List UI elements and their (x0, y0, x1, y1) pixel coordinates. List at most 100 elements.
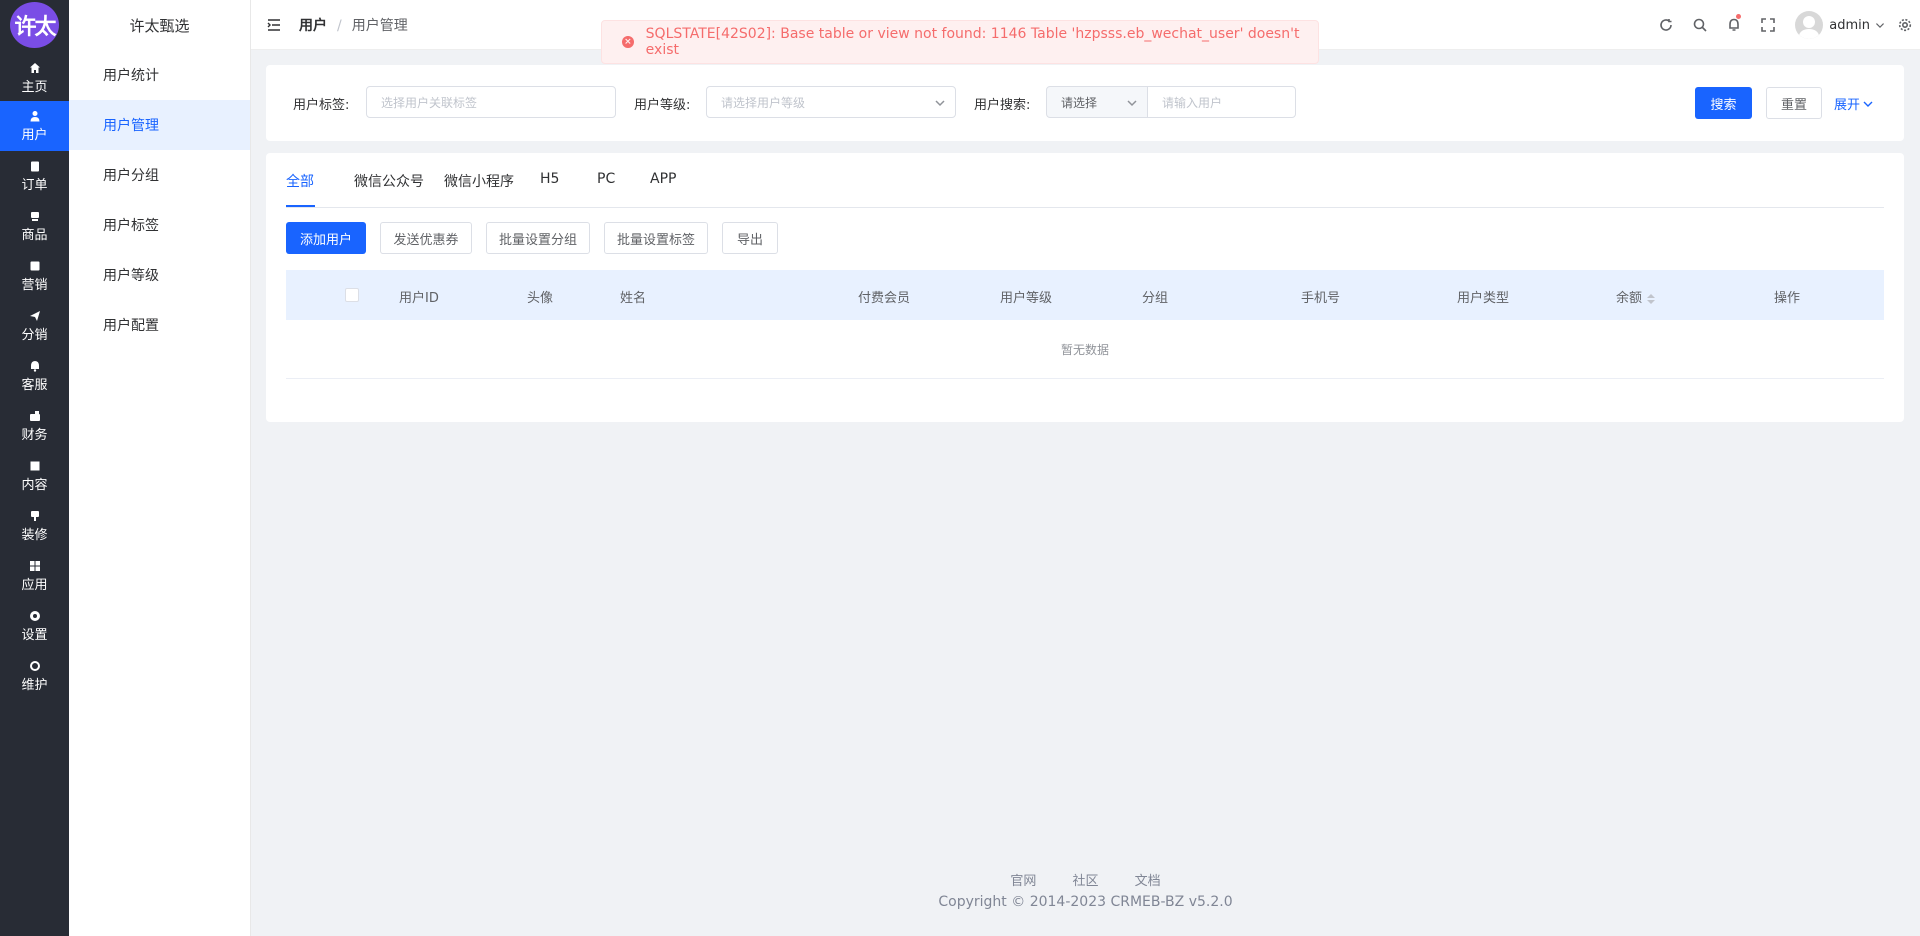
column-paid-member: 付费会员 (858, 291, 911, 306)
footer-link-docs[interactable]: 文档 (1135, 874, 1161, 889)
search-button[interactable]: 搜索 (1695, 87, 1752, 119)
select-all-checkbox[interactable] (345, 288, 359, 302)
rail-item-label: 营销 (21, 278, 48, 293)
rail-item-maintenance[interactable]: 维护 (0, 652, 69, 700)
home-icon (28, 61, 42, 75)
submenu-item-user-stats[interactable]: 用户统计 (69, 50, 250, 100)
expand-toggle[interactable]: 展开 (1834, 94, 1873, 113)
column-group: 分组 (1142, 291, 1169, 306)
rail-item-label: 应用 (21, 578, 48, 593)
error-message: × SQLSTATE[42S02]: Base table or view no… (601, 20, 1319, 64)
error-circle-icon: × (622, 36, 634, 48)
search-type-value: 请选择 (1061, 95, 1098, 110)
refresh-icon[interactable] (1649, 0, 1683, 50)
tag-select-placeholder: 选择用户关联标签 (381, 95, 478, 110)
send-coupon-button[interactable]: 发送优惠券 (380, 222, 472, 254)
column-balance-label: 余额 (1616, 291, 1643, 306)
column-name: 姓名 (620, 291, 647, 306)
tab-wechat-miniprogram[interactable]: 微信小程序 (444, 171, 514, 191)
reset-button[interactable]: 重置 (1766, 87, 1822, 119)
footer-link-official-site[interactable]: 官网 (1010, 874, 1036, 889)
breadcrumb-separator: / (337, 17, 342, 34)
chevron-down-icon (935, 97, 945, 107)
tag-filter-label: 用户标签: (293, 98, 350, 113)
avatar[interactable] (1795, 11, 1824, 39)
tab-h5[interactable]: H5 (540, 171, 559, 187)
grid-icon (28, 559, 42, 573)
table-header: 用户ID 头像 姓名 付费会员 用户等级 分组 手机号 用户类型 余额 操作 (286, 270, 1884, 320)
rail-item-apps[interactable]: 应用 (0, 552, 69, 600)
fullscreen-icon[interactable] (1751, 0, 1785, 50)
column-avatar: 头像 (527, 291, 554, 306)
settings-gear-icon[interactable] (1890, 0, 1920, 50)
level-filter-label: 用户等级: (634, 98, 691, 113)
level-select[interactable]: 请选择用户等级 (706, 86, 956, 118)
expand-toggle-label: 展开 (1834, 98, 1861, 113)
batch-set-group-button[interactable]: 批量设置分组 (486, 222, 590, 254)
rail-item-order[interactable]: 订单 (0, 152, 69, 200)
rail-item-finance[interactable]: 财务 (0, 402, 69, 450)
rail-item-label: 订单 (21, 178, 48, 193)
username[interactable]: admin (1829, 18, 1870, 33)
rail-item-label: 设置 (21, 628, 48, 643)
submenu-item-user-group[interactable]: 用户分组 (69, 150, 250, 200)
search-icon[interactable] (1683, 0, 1717, 50)
batch-set-tag-button[interactable]: 批量设置标签 (604, 222, 708, 254)
column-actions: 操作 (1774, 291, 1801, 306)
submenu-item-user-level[interactable]: 用户等级 (69, 250, 250, 300)
column-user-id: 用户ID (399, 291, 439, 306)
column-balance[interactable]: 余额 (1616, 287, 1656, 306)
brand-logo[interactable]: 许太 (10, 2, 59, 48)
tag-select[interactable]: 选择用户关联标签 (366, 86, 616, 118)
brand-name: 许太甄选 (129, 16, 190, 35)
chevron-down-icon (1863, 101, 1873, 107)
rail-item-label: 客服 (21, 378, 48, 393)
tab-app[interactable]: APP (650, 171, 676, 187)
tab-all[interactable]: 全部 (286, 171, 314, 191)
cog-icon (28, 659, 42, 673)
submenu-item-user-config[interactable]: 用户配置 (69, 300, 250, 350)
user-search-placeholder: 请输入用户 (1162, 95, 1223, 110)
table-empty-state: 暂无数据 (286, 320, 1884, 379)
error-message-text: SQLSTATE[42S02]: Base table or view not … (645, 26, 1300, 58)
notification-bell-icon[interactable] (1717, 0, 1751, 50)
menu-fold-icon[interactable] (267, 17, 283, 33)
rail-item-user[interactable]: 用户 (0, 101, 69, 151)
submenu-item-user-management[interactable]: 用户管理 (69, 100, 250, 150)
export-button[interactable]: 导出 (722, 222, 778, 254)
box-icon (28, 209, 42, 223)
chevron-down-icon (1127, 97, 1137, 107)
rail-item-label: 内容 (21, 478, 48, 493)
submenu-item-user-tag[interactable]: 用户标签 (69, 200, 250, 250)
tab-active-indicator (286, 205, 315, 207)
rail-item-settings[interactable]: 设置 (0, 602, 69, 650)
rail-item-home[interactable]: 主页 (0, 54, 69, 102)
rail-item-label: 用户 (21, 128, 48, 143)
chart-icon (28, 259, 42, 273)
level-select-placeholder: 请选择用户等级 (721, 95, 806, 110)
column-phone: 手机号 (1301, 291, 1341, 306)
rail-item-label: 财务 (21, 428, 48, 443)
user-list-panel: 全部 微信公众号 微信小程序 H5 PC APP 添加用户 发送优惠券 批量设置… (266, 153, 1904, 422)
tab-wechat-official[interactable]: 微信公众号 (354, 171, 424, 191)
search-type-select[interactable]: 请选择 (1046, 86, 1148, 118)
add-user-button[interactable]: 添加用户 (286, 222, 366, 254)
rail-item-content[interactable]: 内容 (0, 452, 69, 500)
chevron-down-icon[interactable] (1870, 0, 1890, 50)
rail-item-label: 维护 (21, 678, 48, 693)
page-footer: 官网 社区 文档 Copyright © 2014-2023 CRMEB-BZ … (251, 870, 1920, 910)
tab-pc[interactable]: PC (597, 171, 615, 187)
breadcrumb-current: 用户管理 (351, 17, 408, 34)
footer-link-community[interactable]: 社区 (1072, 874, 1098, 889)
clipboard-icon (28, 159, 42, 173)
user-search-input[interactable]: 请输入用户 (1147, 86, 1296, 118)
rail-item-product[interactable]: 商品 (0, 202, 69, 250)
user-search-label: 用户搜索: (974, 98, 1031, 113)
rail-item-decoration[interactable]: 装修 (0, 502, 69, 550)
rail-item-marketing[interactable]: 营销 (0, 252, 69, 300)
breadcrumb-parent[interactable]: 用户 (299, 18, 327, 34)
rail-item-service[interactable]: 客服 (0, 352, 69, 400)
sort-caret-icon[interactable] (1647, 293, 1656, 304)
rail-item-distribution[interactable]: 分销 (0, 302, 69, 350)
wallet-icon (28, 409, 42, 423)
